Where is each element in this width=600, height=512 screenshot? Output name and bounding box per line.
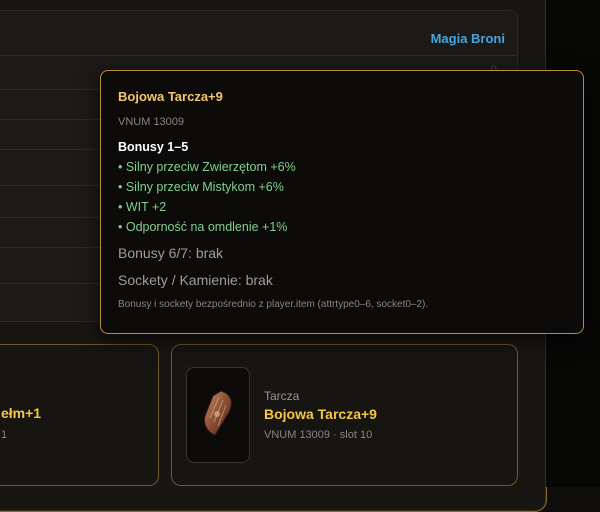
tooltip-note: Bonusy i sockety bezpośrednio z player.i…	[118, 299, 429, 310]
sockets-status: Sockety / Kamienie: brak	[118, 272, 273, 288]
item-name: ełm+1	[1, 405, 42, 421]
item-thumbnail[interactable]	[186, 367, 250, 463]
tooltip-vnum: VNUM 13009	[118, 116, 185, 128]
shield-icon	[201, 388, 235, 443]
bonus-line: • WIT +2	[118, 200, 167, 214]
divider	[0, 55, 517, 56]
item-meta: 1	[1, 429, 8, 441]
bonus-line: • Silny przeciw Mistykom +6%	[118, 180, 284, 194]
bonus-line: • Silny przeciw Zwierzętom +6%	[118, 160, 296, 174]
bonus-header: Bonusy 1–5	[118, 140, 189, 154]
tooltip-item-name: Bojowa Tarcza+9	[118, 89, 223, 104]
item-name: Bojowa Tarcza+9	[264, 406, 377, 422]
equipment-card-helmet[interactable]: ełm+1 1	[0, 344, 159, 486]
item-meta: VNUM 13009 · slot 10	[264, 429, 373, 441]
bonus-line: • Odporność na omdlenie +1%	[118, 220, 288, 234]
bonus-67-status: Bonusy 6/7: brak	[118, 245, 224, 261]
item-tooltip: Bojowa Tarcza+9 VNUM 13009 Bonusy 1–5 • …	[100, 70, 584, 334]
panel-title: Magia Broni	[430, 31, 505, 46]
equipment-card-shield[interactable]: Tarcza Bojowa Tarcza+9 VNUM 13009 · slot…	[171, 344, 518, 486]
item-type: Tarcza	[264, 389, 300, 403]
